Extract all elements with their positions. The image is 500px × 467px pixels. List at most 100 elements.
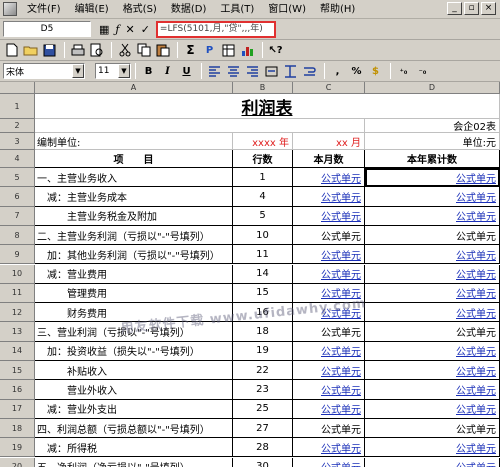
row-header[interactable]: 1: [0, 94, 35, 119]
row-header[interactable]: 18: [0, 418, 35, 439]
table-row-item[interactable]: 二、主营业务利润（亏损以"-"号填列）: [35, 225, 233, 246]
this-month-cell[interactable]: 公式单元: [293, 380, 365, 400]
ytd-cell[interactable]: 公式单元: [365, 361, 500, 381]
table-row-item[interactable]: 加：投资收益（损失以"-"号填列）: [35, 341, 233, 361]
ytd-cell[interactable]: 公式单元: [365, 438, 500, 458]
ytd-cell[interactable]: 公式单元: [365, 341, 500, 361]
sum-icon[interactable]: Σ: [182, 42, 199, 59]
row-header[interactable]: 16: [0, 380, 35, 400]
underline-icon[interactable]: U: [178, 63, 195, 80]
ytd-cell[interactable]: 公式单元: [365, 380, 500, 400]
currency-unit[interactable]: 单位:元: [365, 133, 500, 150]
comma-style-icon[interactable]: ,: [329, 63, 346, 80]
menu-help[interactable]: 帮助(H): [313, 1, 362, 18]
chart-icon[interactable]: [239, 42, 256, 59]
ytd-cell[interactable]: 公式单元: [365, 225, 500, 246]
report-title-cell[interactable]: 利润表: [35, 94, 500, 119]
table-row-item[interactable]: 减：营业费用: [35, 264, 233, 284]
this-month-cell[interactable]: 公式单元: [293, 399, 365, 419]
row-header[interactable]: 8: [0, 225, 35, 246]
print-icon[interactable]: [69, 42, 86, 59]
ytd-cell[interactable]: 公式单元: [365, 264, 500, 284]
ytd-cell[interactable]: 公式单元: [365, 322, 500, 342]
table-row-line-no[interactable]: 11: [233, 245, 293, 265]
table-row-item[interactable]: 管理费用: [35, 283, 233, 304]
table-row-line-no[interactable]: 4: [233, 187, 293, 207]
table-row-item[interactable]: 一、主营业务收入: [35, 168, 233, 188]
this-month-cell[interactable]: 公式单元: [293, 438, 365, 458]
header-this-month[interactable]: 本月数: [293, 150, 365, 168]
this-month-cell[interactable]: 公式单元: [293, 418, 365, 439]
chevron-down-icon[interactable]: ▼: [118, 64, 130, 78]
row-header[interactable]: 19: [0, 438, 35, 458]
row-header[interactable]: 7: [0, 206, 35, 226]
ytd-cell[interactable]: 公式单元: [365, 399, 500, 419]
menu-data[interactable]: 数据(D): [164, 1, 214, 18]
ytd-cell[interactable]: 公式单元: [365, 303, 500, 323]
this-month-cell[interactable]: 公式单元: [293, 303, 365, 323]
font-name-select[interactable]: 宋体 ▼: [3, 63, 85, 79]
column-header-c[interactable]: C: [293, 82, 365, 94]
this-month-cell[interactable]: 公式单元: [293, 457, 365, 467]
align-right-icon[interactable]: [244, 63, 261, 80]
italic-icon[interactable]: I: [159, 63, 176, 80]
row-header[interactable]: 11: [0, 283, 35, 304]
row-header[interactable]: 10: [0, 264, 35, 284]
year-placeholder[interactable]: xxxx 年: [233, 133, 293, 150]
header-ytd[interactable]: 本年累计数: [365, 150, 500, 168]
row-header[interactable]: 6: [0, 187, 35, 207]
empty-cell[interactable]: [35, 119, 365, 133]
bold-icon[interactable]: B: [140, 63, 157, 80]
table-row-line-no[interactable]: 30: [233, 457, 293, 467]
table-row-line-no[interactable]: 19: [233, 341, 293, 361]
row-header[interactable]: 17: [0, 399, 35, 419]
ytd-cell[interactable]: 公式单元: [365, 206, 500, 226]
increase-decimal-icon[interactable]: ⁺₀: [395, 63, 412, 80]
ytd-cell[interactable]: 公式单元: [365, 283, 500, 304]
this-month-cell[interactable]: 公式单元: [293, 225, 365, 246]
minimize-icon[interactable]: _: [447, 2, 462, 15]
merge-center-icon[interactable]: [263, 63, 280, 80]
table-row-item[interactable]: 主营业务税金及附加: [35, 206, 233, 226]
menu-edit[interactable]: 编辑(E): [68, 1, 116, 18]
row-header[interactable]: 15: [0, 361, 35, 381]
cell-reference-box[interactable]: D5: [3, 21, 91, 37]
table-row-item[interactable]: 营业外收入: [35, 380, 233, 400]
app-icon[interactable]: [3, 2, 17, 16]
row-header[interactable]: 3: [0, 133, 35, 150]
month-placeholder[interactable]: xx 月: [293, 133, 365, 150]
this-month-cell[interactable]: 公式单元: [293, 283, 365, 304]
corner-cell[interactable]: [0, 82, 35, 94]
align-center-icon[interactable]: [225, 63, 242, 80]
formula-input[interactable]: =LFS(5101,月,"贷",,,年): [155, 20, 276, 38]
menu-window[interactable]: 窗口(W): [261, 1, 313, 18]
table-row-item[interactable]: 减：营业外支出: [35, 399, 233, 419]
report-code[interactable]: 会企02表: [365, 119, 500, 133]
copy-icon[interactable]: [135, 42, 152, 59]
row-header[interactable]: 12: [0, 303, 35, 323]
table-row-line-no[interactable]: 5: [233, 206, 293, 226]
table-row-item[interactable]: 财务费用: [35, 303, 233, 323]
table-row-line-no[interactable]: 1: [233, 168, 293, 188]
cut-icon[interactable]: [116, 42, 133, 59]
print-preview-icon[interactable]: [88, 42, 105, 59]
align-left-icon[interactable]: [206, 63, 223, 80]
table-row-item[interactable]: 减：主营业务成本: [35, 187, 233, 207]
header-row-no[interactable]: 行数: [233, 150, 293, 168]
row-header[interactable]: 4: [0, 150, 35, 168]
table-row-line-no[interactable]: 25: [233, 399, 293, 419]
table-row-line-no[interactable]: 10: [233, 225, 293, 246]
table-row-line-no[interactable]: 16: [233, 303, 293, 323]
function-wizard-icon[interactable]: ▦: [99, 23, 109, 36]
save-icon[interactable]: [41, 42, 58, 59]
font-size-select[interactable]: 11 ▼: [95, 63, 131, 79]
paint-icon[interactable]: P: [201, 42, 218, 59]
decrease-decimal-icon[interactable]: ⁻₀: [414, 63, 431, 80]
chevron-down-icon[interactable]: ▼: [72, 64, 84, 78]
ytd-cell[interactable]: 公式单元: [365, 457, 500, 467]
ytd-cell[interactable]: 公式单元: [365, 168, 500, 188]
this-month-cell[interactable]: 公式单元: [293, 245, 365, 265]
table-row-line-no[interactable]: 14: [233, 264, 293, 284]
open-folder-icon[interactable]: [22, 42, 39, 59]
fx-icon[interactable]: ƒ: [115, 23, 119, 36]
